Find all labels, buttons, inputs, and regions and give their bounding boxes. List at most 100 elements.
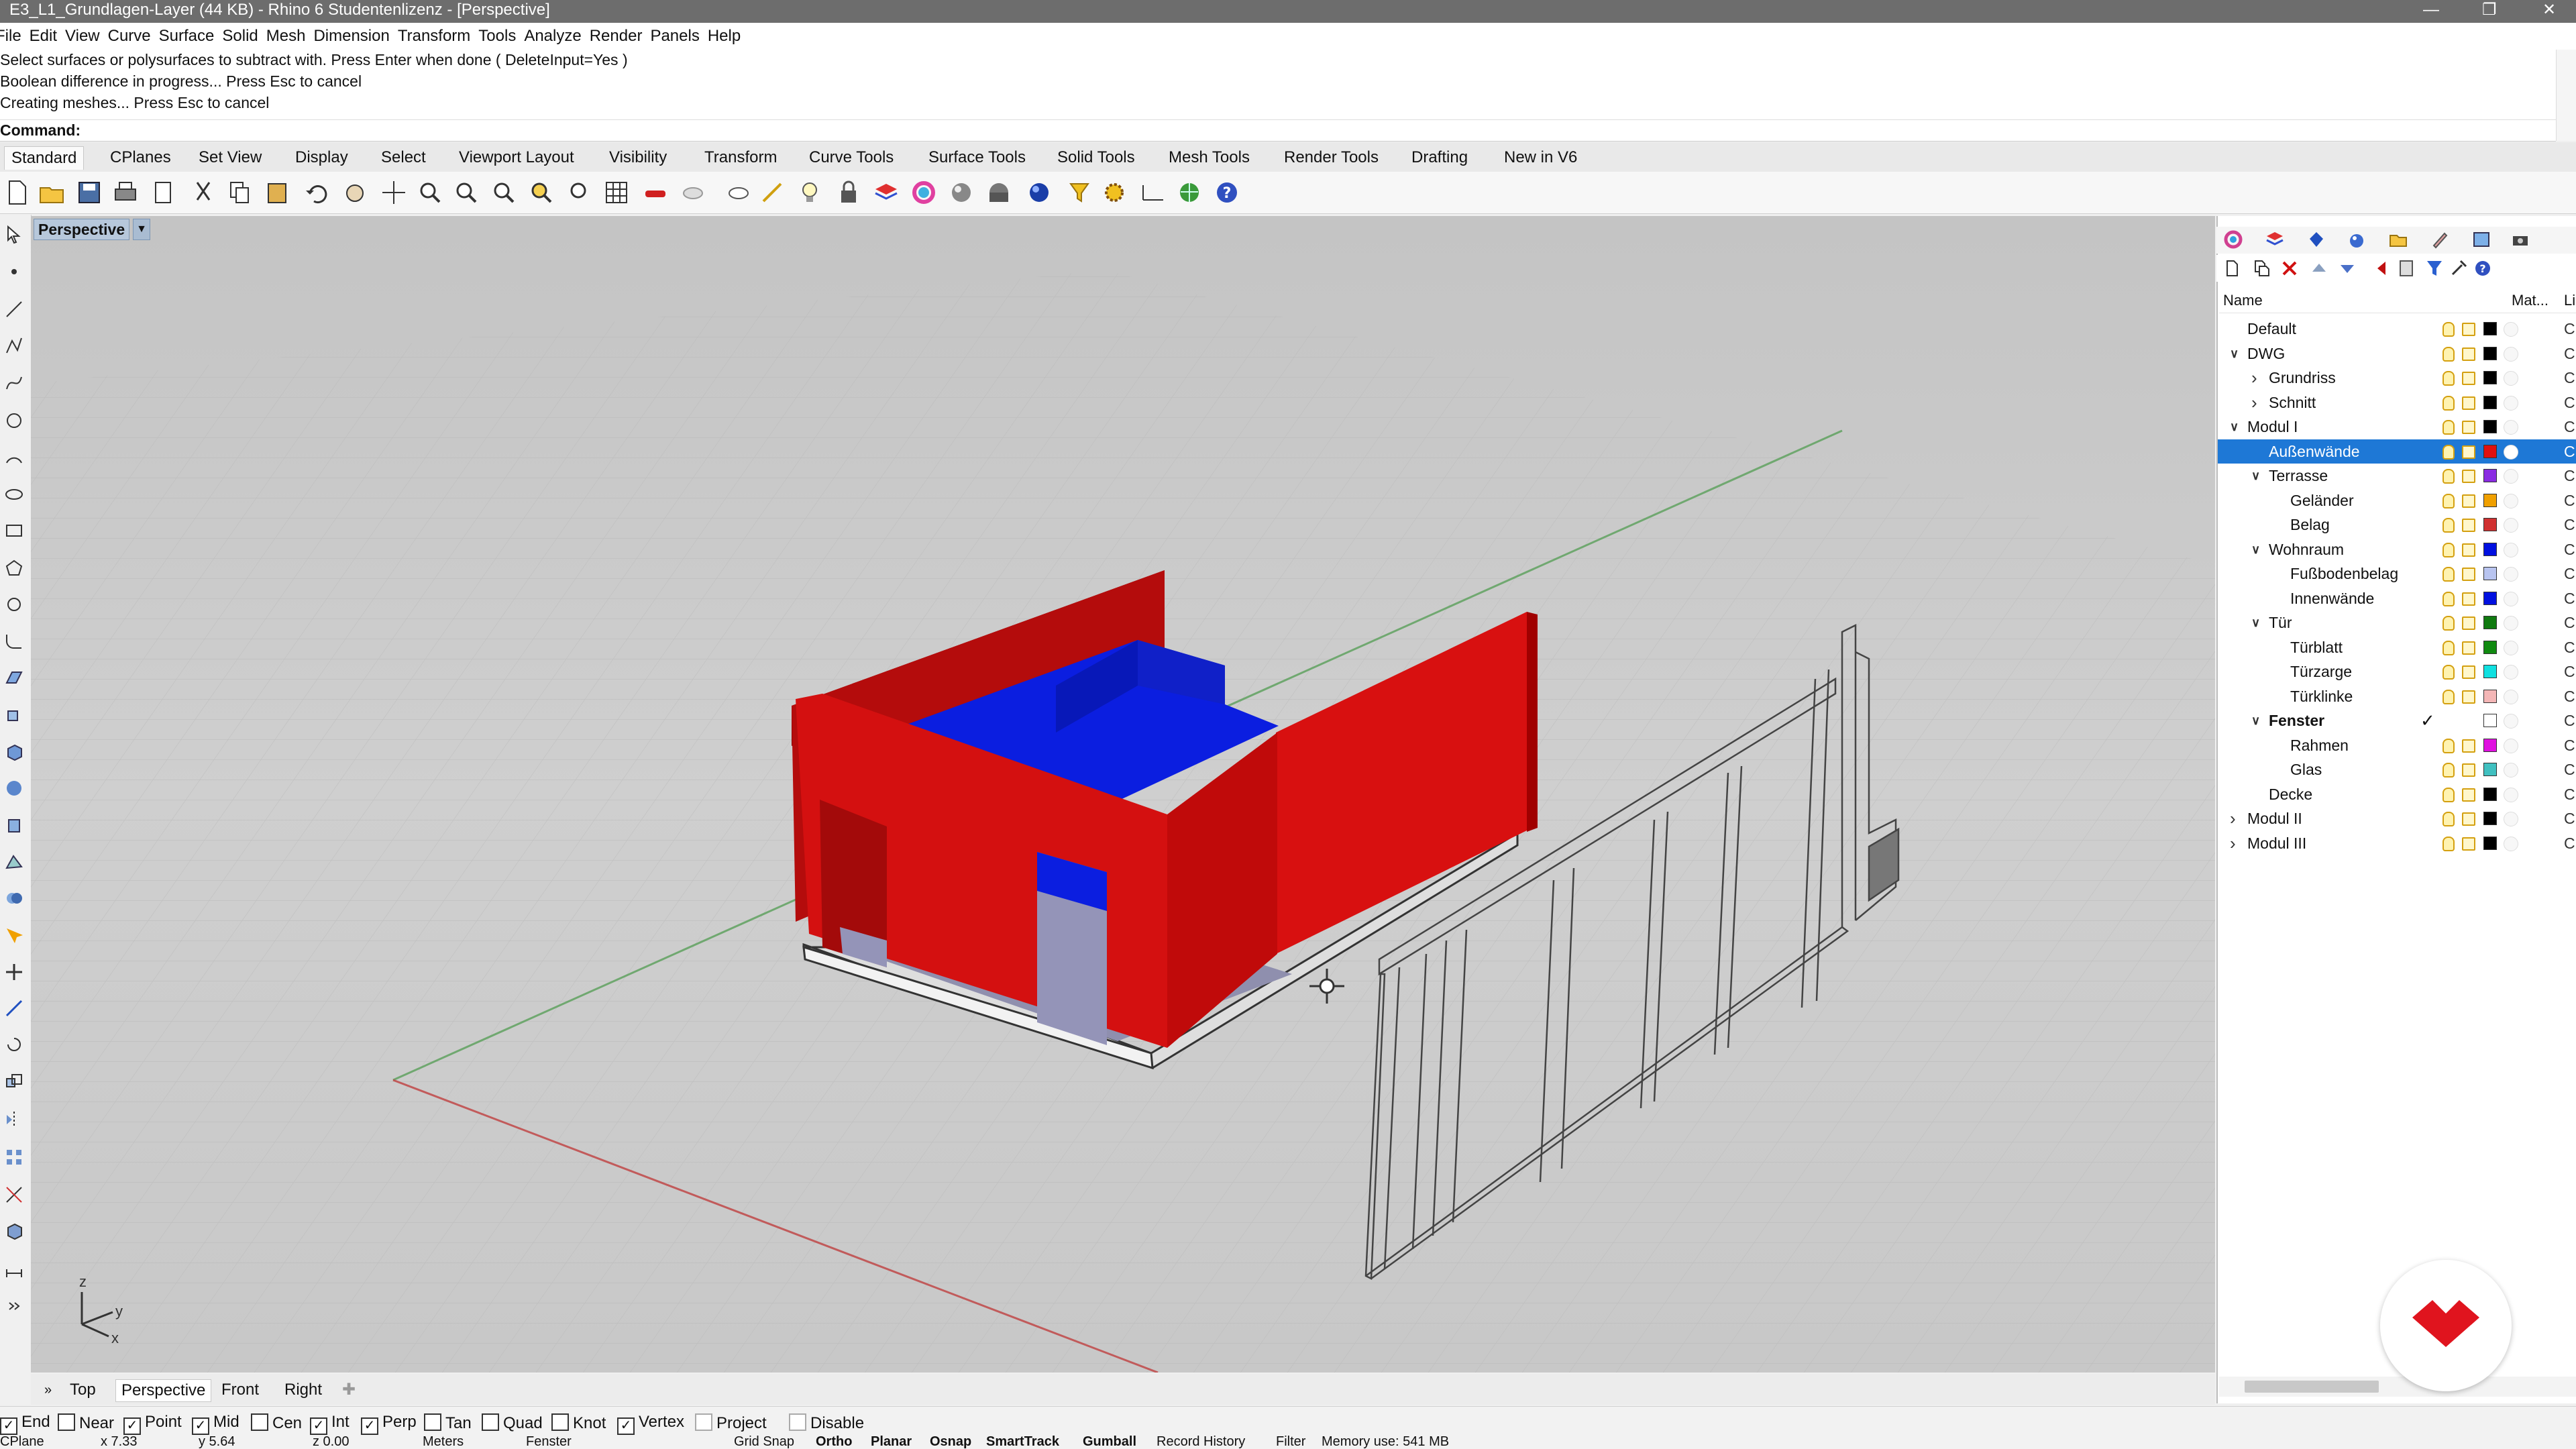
status-record-history[interactable]: Record History — [1157, 1436, 1245, 1449]
lock-icon[interactable] — [2462, 690, 2475, 704]
lightbulb-icon[interactable] — [2443, 371, 2455, 386]
command-prompt[interactable]: Command: — [0, 119, 2556, 142]
layer-row[interactable]: ∨ Fenster ✓ C — [2218, 708, 2576, 733]
osnap-point[interactable]: ✓ Point — [123, 1413, 182, 1435]
checkbox-icon[interactable] — [789, 1413, 806, 1431]
lock-icon[interactable] — [2462, 568, 2475, 581]
lock-icon[interactable] — [2462, 519, 2475, 532]
layer-name[interactable]: Schnitt — [2269, 390, 2316, 415]
layer-row[interactable]: Geländer C — [2218, 488, 2576, 513]
restore-icon[interactable]: ❐ — [2482, 0, 2497, 20]
tab-drafting[interactable]: Drafting — [1405, 146, 1474, 169]
cylinder-icon[interactable] — [4, 816, 24, 836]
polygon-icon[interactable] — [4, 558, 24, 578]
layers-tab-icon[interactable] — [2265, 229, 2285, 250]
lightbulb-icon[interactable] — [2443, 469, 2455, 484]
menu-solid[interactable]: Solid — [219, 23, 262, 50]
checkbox-icon[interactable]: ✓ — [361, 1417, 378, 1435]
layer-color-swatch[interactable] — [2483, 836, 2497, 850]
layer-linetype[interactable]: C — [2564, 366, 2575, 390]
checkbox-icon[interactable]: ✓ — [123, 1417, 141, 1435]
layer-color-swatch[interactable] — [2483, 420, 2497, 433]
copy-icon[interactable] — [225, 178, 254, 207]
menu-analyze[interactable]: Analyze — [521, 23, 586, 50]
layer-row[interactable]: ∨ Terrasse C — [2218, 464, 2576, 488]
layer-linetype[interactable]: C — [2564, 513, 2575, 537]
mirror-icon[interactable] — [4, 1110, 24, 1130]
tab-mesh-tools[interactable]: Mesh Tools — [1162, 146, 1256, 169]
layer-row[interactable]: › Grundriss C — [2218, 366, 2576, 390]
osnap-end[interactable]: ✓ End — [0, 1413, 50, 1435]
materials-tab-icon[interactable] — [2347, 229, 2367, 250]
new-icon[interactable] — [3, 178, 31, 207]
layer-name[interactable]: Modul II — [2247, 806, 2302, 830]
layer-color-swatch[interactable] — [2483, 322, 2497, 335]
surface-icon[interactable] — [4, 668, 24, 688]
layer-color-swatch[interactable] — [2483, 542, 2497, 556]
print-icon[interactable] — [111, 178, 140, 207]
lock-icon[interactable] — [2462, 812, 2475, 826]
menu-panels[interactable]: Panels — [647, 23, 704, 50]
layer-linetype[interactable]: C — [2564, 757, 2575, 782]
properties-icon[interactable] — [910, 178, 938, 207]
checkbox-icon[interactable] — [482, 1413, 499, 1431]
move-down-icon[interactable] — [2337, 258, 2357, 278]
lightbulb-icon[interactable] — [2443, 640, 2455, 655]
rotate-view-icon[interactable] — [380, 178, 408, 207]
layer-name[interactable]: Türzarge — [2290, 659, 2352, 684]
layer-linetype[interactable]: C — [2564, 659, 2575, 684]
fillet-icon[interactable] — [4, 631, 24, 651]
chevron-right-icon[interactable]: › — [2230, 831, 2236, 855]
lock-icon[interactable] — [2462, 372, 2475, 385]
copy-tool-icon[interactable] — [4, 998, 24, 1018]
pen-tab-icon[interactable] — [2430, 229, 2450, 250]
render-icon[interactable] — [985, 178, 1013, 207]
undo-view-icon[interactable] — [566, 178, 594, 207]
layer-name[interactable]: Fußbodenbelag — [2290, 561, 2398, 586]
layer-color-swatch[interactable] — [2483, 616, 2497, 629]
new-layer-icon[interactable] — [2222, 258, 2242, 278]
chevron-right-icon[interactable]: › — [2230, 806, 2236, 830]
chevron-right-icon[interactable]: › — [2251, 390, 2257, 415]
layer-color-swatch[interactable] — [2483, 787, 2497, 801]
display-tab-icon[interactable] — [2306, 229, 2326, 250]
lightbulb-icon[interactable] — [2443, 542, 2455, 557]
tab-display[interactable]: Display — [288, 146, 355, 169]
lightbulb-icon[interactable] — [2443, 738, 2455, 753]
hide-icon[interactable] — [679, 178, 707, 207]
layer-color-swatch[interactable] — [2483, 371, 2497, 384]
new-sublayer-icon[interactable] — [2251, 258, 2271, 278]
tab-new-in-v6[interactable]: New in V6 — [1497, 146, 1584, 169]
chevron-down-icon[interactable]: ∨ — [2251, 708, 2260, 733]
page-icon[interactable] — [149, 178, 177, 207]
filter-layers-icon[interactable] — [2424, 258, 2445, 278]
layer-name[interactable]: Außenwände — [2269, 439, 2360, 464]
chevron-down-icon[interactable]: ∨ — [2251, 464, 2260, 488]
material-icon[interactable] — [2504, 322, 2518, 337]
mesh-icon[interactable] — [4, 852, 24, 872]
layer-linetype[interactable]: C — [2564, 317, 2575, 341]
layer-color-swatch[interactable] — [2483, 665, 2497, 678]
render-sphere-icon[interactable] — [1025, 178, 1053, 207]
tab-viewport-layout[interactable]: Viewport Layout — [452, 146, 581, 169]
zoom-extents-icon[interactable] — [490, 178, 518, 207]
layer-name[interactable]: Grundriss — [2269, 366, 2336, 390]
point-icon[interactable] — [4, 262, 24, 282]
options-icon[interactable] — [1100, 178, 1128, 207]
lock-icon[interactable] — [2462, 470, 2475, 483]
material-icon[interactable] — [2504, 836, 2518, 851]
files-tab-icon[interactable] — [2388, 229, 2408, 250]
material-icon[interactable] — [2504, 395, 2518, 411]
layer-name[interactable]: Rahmen — [2290, 733, 2349, 757]
move-up-icon[interactable] — [2309, 258, 2329, 278]
lightbulb-icon[interactable] — [2443, 665, 2455, 680]
tab-select[interactable]: Select — [374, 146, 433, 169]
osnap-disable[interactable]: Disable — [789, 1413, 864, 1432]
checkbox-icon[interactable] — [58, 1413, 75, 1431]
material-icon[interactable] — [2504, 616, 2518, 631]
select-arrow-icon[interactable] — [4, 224, 24, 244]
layer-row[interactable]: Default C — [2218, 317, 2576, 341]
layer-name[interactable]: Geländer — [2290, 488, 2354, 513]
chevron-down-icon[interactable]: ∨ — [2230, 415, 2239, 439]
material-icon[interactable] — [2504, 665, 2518, 680]
